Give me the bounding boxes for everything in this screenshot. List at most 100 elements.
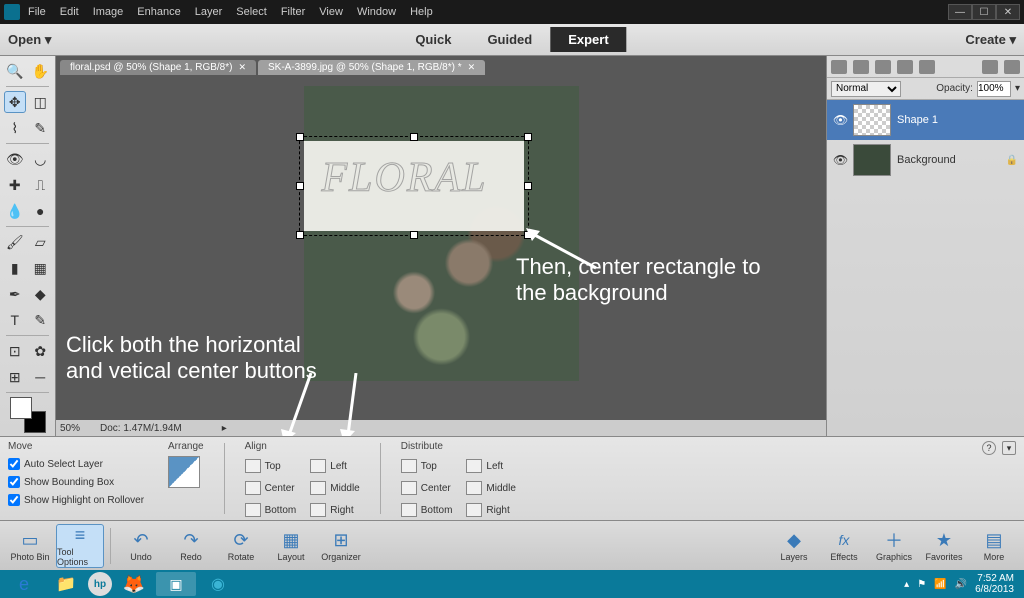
clock[interactable]: 7:52 AM6/8/2013 [975,573,1014,595]
shape-tool[interactable]: ◆ [30,283,52,305]
blend-mode-select[interactable]: Normal [831,81,901,97]
open-button[interactable]: Open ▾ [8,32,51,48]
trash-icon[interactable] [982,60,998,74]
rotate-button[interactable]: ⟳Rotate [217,524,265,568]
graphics-button[interactable]: ＋Graphics [870,524,918,568]
selection-bounding-box[interactable] [299,136,529,236]
mode-guided[interactable]: Guided [469,27,550,52]
layout-button[interactable]: ▦Layout [267,524,315,568]
menu-image[interactable]: Image [93,6,124,18]
healing-tool[interactable]: ✚ [4,174,26,196]
dist-left-button[interactable] [466,459,482,473]
help-icon[interactable]: ? [982,441,996,455]
menu-window[interactable]: Window [357,6,396,18]
sponge-tool[interactable]: ● [30,200,52,222]
close-icon[interactable]: ✕ [238,62,246,73]
marquee-tool[interactable]: ◫ [30,91,52,113]
align-top-button[interactable] [245,459,261,473]
canvas[interactable]: FLORAL Then, center rectangle tothe back… [56,78,826,420]
lasso-tool[interactable]: ⌇ [4,117,26,139]
arrange-swatch[interactable] [168,456,200,488]
align-center-button[interactable] [245,481,261,495]
hand-tool[interactable]: ✋ [30,60,52,82]
undo-button[interactable]: ↶Undo [117,524,165,568]
text-tool[interactable]: T [4,309,26,331]
menu-select[interactable]: Select [236,6,267,18]
dist-bottom-button[interactable] [401,503,417,517]
opacity-input[interactable] [977,81,1011,97]
organizer-button[interactable]: ⊞Organizer [317,524,365,568]
layer-shape-1[interactable]: 👁 Shape 1 [827,100,1024,140]
tray-flag-icon[interactable]: ⚑ [917,579,926,590]
visibility-icon[interactable]: 👁 [833,113,847,127]
dist-center-button[interactable] [401,481,417,495]
menu-edit[interactable]: Edit [60,6,79,18]
menu-help[interactable]: Help [410,6,433,18]
menu-layer[interactable]: Layer [195,6,223,18]
dist-top-button[interactable] [401,459,417,473]
whiten-tool[interactable]: ◡ [30,148,52,170]
lock-icon[interactable] [897,60,913,74]
blur-tool[interactable]: 💧 [4,200,26,222]
align-bottom-button[interactable] [245,503,261,517]
maximize-button[interactable]: ☐ [972,4,996,20]
move-tool[interactable]: ✥ [4,91,26,113]
menu-filter[interactable]: Filter [281,6,305,18]
zoom-level[interactable]: 50% [60,423,80,434]
mode-quick[interactable]: Quick [397,27,469,52]
zoom-tool[interactable]: 🔍 [4,60,26,82]
favorites-button[interactable]: ★Favorites [920,524,968,568]
straighten-tool[interactable]: ─ [30,366,52,388]
hp-icon[interactable]: hp [88,572,112,596]
crop-tool[interactable]: ⊡ [4,340,26,362]
tab-floral[interactable]: floral.psd @ 50% (Shape 1, RGB/8*)✕ [60,60,256,75]
explorer-icon[interactable]: 📁 [46,572,86,596]
effects-button[interactable]: fxEffects [820,524,868,568]
visibility-icon[interactable]: 👁 [833,153,847,167]
layer-background[interactable]: 👁 Background 🔒 [827,140,1024,180]
adjustment-icon[interactable] [875,60,891,74]
menu-enhance[interactable]: Enhance [137,6,180,18]
redeye-tool[interactable]: 👁 [4,148,26,170]
clone-tool[interactable]: ⎍ [30,174,52,196]
tray-volume-icon[interactable]: 🔊 [955,579,967,590]
recompose-tool[interactable]: ⊞ [4,366,26,388]
close-button[interactable]: ✕ [996,4,1020,20]
more-button[interactable]: ▤More [970,524,1018,568]
app-icon[interactable]: ◉ [198,572,238,596]
pse-icon[interactable]: ▣ [156,572,196,596]
pencil-tool[interactable]: ✎ [30,309,52,331]
bounding-box-checkbox[interactable] [8,476,20,488]
panel-menu-icon[interactable] [1004,60,1020,74]
highlight-rollover-checkbox[interactable] [8,494,20,506]
align-right-button[interactable] [310,503,326,517]
menu-file[interactable]: File [28,6,46,18]
create-button[interactable]: Create ▾ [965,32,1016,48]
gradient-tool[interactable]: ▦ [30,257,52,279]
layers-button[interactable]: ◆Layers [770,524,818,568]
layer-group-icon[interactable] [853,60,869,74]
tab-sk-a-3899[interactable]: SK-A-3899.jpg @ 50% (Shape 1, RGB/8*) *✕ [258,60,485,75]
firefox-icon[interactable]: 🦊 [114,572,154,596]
opacity-dropdown-icon[interactable]: ▾ [1015,83,1020,94]
align-middle-button[interactable] [310,481,326,495]
align-left-button[interactable] [310,459,326,473]
dist-middle-button[interactable] [466,481,482,495]
ie-icon[interactable]: e [4,572,44,596]
tool-options-button[interactable]: ≡Tool Options [56,524,104,568]
eyedropper-tool[interactable]: ✒ [4,283,26,305]
color-wells[interactable] [10,397,46,433]
photo-bin-button[interactable]: ▭Photo Bin [6,524,54,568]
dist-right-button[interactable] [466,503,482,517]
brush-tool[interactable]: 🖌 [4,231,26,253]
new-layer-icon[interactable] [831,60,847,74]
quick-select-tool[interactable]: ✎ [30,117,52,139]
eraser-tool[interactable]: ▱ [30,231,52,253]
bucket-tool[interactable]: ▮ [4,257,26,279]
cookie-tool[interactable]: ✿ [30,340,52,362]
mode-expert[interactable]: Expert [550,27,626,52]
menu-view[interactable]: View [319,6,343,18]
close-panel-icon[interactable]: ▾ [1002,441,1016,455]
auto-select-checkbox[interactable] [8,458,20,470]
close-icon[interactable]: ✕ [468,62,476,73]
